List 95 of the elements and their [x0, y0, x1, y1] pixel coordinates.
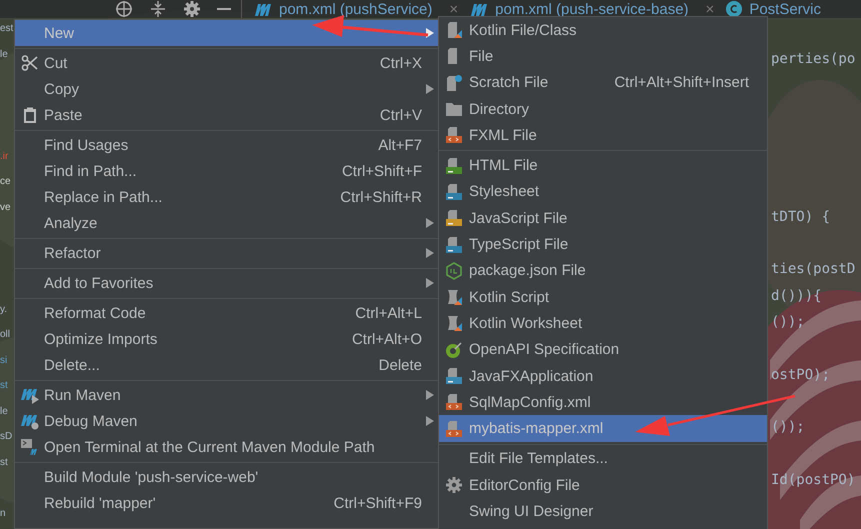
close-tab-button[interactable]: × [449, 0, 458, 18]
maven-debug-icon [20, 412, 40, 430]
menu-item[interactable]: Copy [15, 76, 438, 102]
code-fragment: ve [0, 202, 11, 212]
menu-item[interactable]: Analyze [15, 210, 438, 236]
ts-file-icon [445, 236, 463, 254]
code-fragment: y. [0, 304, 8, 314]
maven-icon [470, 2, 488, 16]
code-fragment: sD [0, 431, 12, 442]
collapse-icon [149, 0, 167, 18]
code-line: Id(postPO) [771, 472, 856, 488]
maven-icon [254, 2, 272, 16]
menu-item[interactable]: TypeScript File [439, 231, 767, 258]
submenu-arrow-icon [426, 84, 434, 94]
menu-item[interactable]: JavaScript File [439, 205, 767, 232]
kotlin-file-icon [445, 21, 463, 40]
menu-item[interactable]: Optimize Imports Ctrl+Alt+O [15, 326, 438, 352]
code-line: ties(postD [771, 261, 856, 278]
menu-item[interactable]: Refactor [15, 240, 438, 266]
xml-file-icon [445, 393, 463, 412]
folder-icon [445, 100, 463, 118]
code-fragment: ce [0, 176, 11, 187]
menu-item[interactable]: Kotlin Script [439, 284, 767, 310]
code-line: perties(po [771, 51, 856, 67]
submenu-arrow-icon [426, 390, 434, 400]
openapi-icon [445, 340, 463, 359]
code-line: ostPO); [771, 366, 830, 383]
scratch-file-icon [445, 74, 463, 92]
menu-item[interactable]: package.json File [439, 258, 767, 284]
code-line: d())){ [771, 288, 822, 304]
menu-item[interactable]: Run Maven [15, 382, 438, 408]
target-icon [115, 0, 133, 18]
menu-item[interactable]: Build Module 'push-service-web' [15, 464, 438, 490]
menu-item[interactable]: Replace in Path... Ctrl+Shift+R [15, 184, 438, 210]
hexagon-icon [445, 262, 463, 280]
editor-tab[interactable]: PostServic [726, 0, 822, 18]
javafx-file-icon [445, 367, 463, 385]
html-file-icon [445, 156, 463, 175]
menu-item[interactable]: New [15, 20, 438, 46]
menu-item[interactable]: File [439, 43, 767, 70]
menu-item[interactable]: Find in Path... Ctrl+Shift+F [15, 158, 438, 184]
submenu-arrow-icon [426, 278, 434, 288]
code-line: ()); [771, 314, 805, 330]
editor-tab[interactable]: pom.xml (push-service-base) × [470, 0, 714, 18]
terminal-icon [20, 438, 40, 456]
code-fragment: st [0, 380, 8, 391]
kotlin-script-icon [445, 288, 463, 306]
menu-item[interactable]: Stylesheet [439, 178, 767, 206]
menu-item[interactable]: JavaFXApplication [439, 362, 767, 390]
code-line: tDTO) { [771, 208, 830, 225]
xml-file-icon [445, 420, 463, 438]
submenu-arrow-icon [426, 248, 434, 258]
code-fragment: .ir [0, 150, 8, 162]
menu-item[interactable]: Rebuild 'mapper' Ctrl+Shift+F9 [15, 490, 438, 516]
menu-item[interactable]: FXML File [439, 122, 767, 148]
menu-item[interactable]: EditorConfig File [439, 472, 767, 498]
menu-item[interactable]: Edit File Templates... [439, 446, 767, 472]
menu-item[interactable]: Kotlin File/Class [439, 17, 767, 44]
menu-item[interactable]: HTML File [439, 152, 767, 179]
scissors-icon [20, 54, 38, 72]
menu-item[interactable]: SqlMapConfig.xml [439, 389, 767, 416]
menu-item[interactable]: Paste Ctrl+V [15, 102, 438, 128]
menu-item[interactable]: OpenAPI Specification [439, 336, 767, 363]
code-fragment: st [0, 456, 8, 468]
code-fragment: oll [0, 329, 10, 340]
menu-item[interactable]: Find Usages Alt+F7 [15, 132, 438, 158]
code-fragment: n [0, 508, 6, 518]
code-fragment: si [0, 354, 8, 366]
menu-item[interactable]: Swing UI Designer [439, 498, 767, 525]
menu-item[interactable]: mybatis-mapper.xml [439, 415, 767, 442]
code-fragment: le [0, 48, 8, 60]
editor-tab[interactable]: pom.xml (pushService) × [254, 0, 458, 18]
gear-icon [445, 476, 463, 494]
xml-file-icon [445, 126, 463, 144]
menu-item[interactable]: Reformat Code Ctrl+Alt+L [15, 300, 438, 326]
submenu-arrow-icon [426, 416, 434, 426]
close-tab-button[interactable]: × [706, 0, 714, 18]
submenu-arrow-icon [426, 28, 434, 38]
code-fragment: est [0, 23, 14, 34]
code-line: ()); [771, 419, 805, 436]
code-fragment: le [0, 406, 8, 416]
menu-item[interactable]: Open Terminal at the Current Maven Module Path [15, 434, 438, 460]
js-file-icon [445, 209, 463, 228]
menu-item[interactable]: Delete... Delete [15, 352, 438, 378]
menu-item[interactable]: Add to Favorites [15, 270, 438, 296]
menu-item[interactable]: Cut Ctrl+X [15, 50, 438, 76]
menu-item[interactable]: Scratch File Ctrl+Alt+Shift+Insert [439, 70, 767, 96]
kotlin-script-icon [445, 314, 463, 332]
minimize-icon [217, 8, 231, 10]
maven-run-icon [20, 386, 40, 404]
menu-item[interactable]: Directory [439, 96, 767, 122]
submenu-arrow-icon [426, 218, 434, 228]
menu-item[interactable]: Debug Maven [15, 408, 438, 434]
menu-item[interactable]: Kotlin Worksheet [439, 310, 767, 337]
css-file-icon [445, 182, 463, 201]
